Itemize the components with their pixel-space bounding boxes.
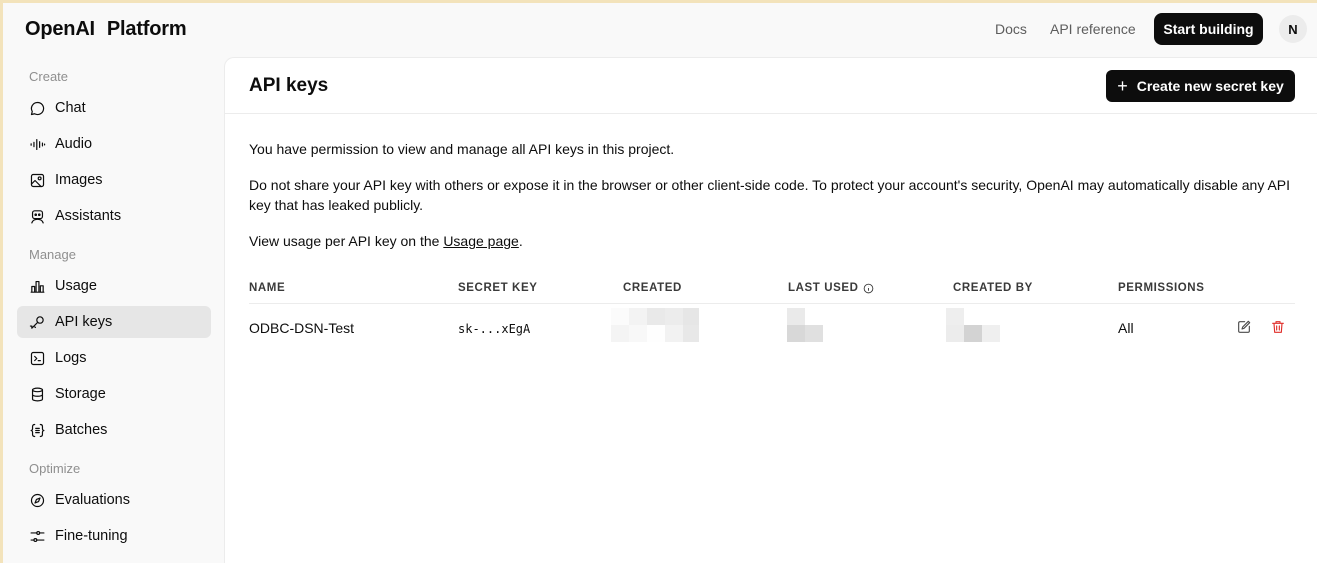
key-icon bbox=[28, 313, 46, 331]
sidebar-item-label: Usage bbox=[55, 278, 97, 294]
sidebar-item-label: Audio bbox=[55, 136, 93, 152]
sidebar-item-batches[interactable]: Batches bbox=[17, 414, 211, 446]
robot-icon bbox=[28, 207, 46, 225]
sidebar-section-create: Create bbox=[29, 69, 69, 84]
sidebar-item-label: Logs bbox=[55, 350, 87, 366]
sidebar-item-label: Storage bbox=[55, 386, 106, 402]
sidebar-item-label: Batches bbox=[55, 422, 108, 438]
chat-bubble-icon bbox=[28, 99, 46, 117]
sidebar-item-images[interactable]: Images bbox=[17, 164, 211, 196]
avatar[interactable]: N bbox=[1279, 15, 1307, 43]
create-secret-key-label: Create new secret key bbox=[1136, 78, 1284, 94]
start-building-button[interactable]: Start building bbox=[1154, 13, 1263, 45]
column-header-secret-key[interactable]: SECRET KEY bbox=[458, 282, 538, 294]
sliders-icon bbox=[28, 527, 46, 545]
permissions-value: All bbox=[1118, 320, 1134, 336]
security-notice: Do not share your API key with others or… bbox=[249, 177, 1291, 213]
sidebar-item-storage[interactable]: Storage bbox=[17, 378, 211, 410]
usage-notice-prefix: View usage per API key on the bbox=[249, 233, 444, 249]
sidebar-item-label: API keys bbox=[55, 314, 113, 330]
edit-pencil-icon bbox=[1236, 320, 1252, 339]
sidebar-item-logs[interactable]: Logs bbox=[17, 342, 211, 374]
brand-name: OpenAI bbox=[25, 18, 95, 40]
usage-notice: View usage per API key on the Usage page… bbox=[249, 231, 1299, 251]
page-header: API keys + Create new secret key bbox=[225, 58, 1317, 114]
column-header-created-by[interactable]: CREATED BY bbox=[953, 282, 1033, 294]
sidebar-item-fine-tuning[interactable]: Fine-tuning bbox=[17, 520, 211, 552]
api-reference-link[interactable]: API reference bbox=[1050, 21, 1136, 37]
brand-product: Platform bbox=[106, 18, 187, 40]
compass-icon bbox=[28, 491, 46, 509]
usage-notice-suffix: . bbox=[518, 233, 523, 249]
sidebar-item-audio[interactable]: Audio bbox=[17, 128, 211, 160]
key-name: ODBC-DSN-Test bbox=[249, 320, 355, 336]
sidebar-item-label: Fine-tuning bbox=[55, 528, 128, 544]
trash-icon bbox=[1270, 321, 1286, 339]
column-header-last-used[interactable]: LAST USED bbox=[788, 282, 874, 294]
sidebar: Create Chat Audio Images Assistants Mana… bbox=[0, 57, 223, 563]
plus-icon: + bbox=[1117, 76, 1128, 96]
docs-link[interactable]: Docs bbox=[995, 21, 1027, 37]
edit-key-button[interactable] bbox=[1236, 319, 1254, 337]
audio-waveform-icon bbox=[28, 135, 46, 153]
sidebar-item-label: Assistants bbox=[55, 208, 122, 224]
sidebar-item-api-keys[interactable]: API keys bbox=[17, 306, 211, 338]
terminal-icon bbox=[28, 349, 46, 367]
info-icon[interactable] bbox=[863, 283, 874, 294]
sidebar-section-optimize: Optimize bbox=[29, 461, 81, 476]
redacted-last-used bbox=[787, 308, 823, 342]
top-header: OpenAI Platform Docs API reference Start … bbox=[0, 0, 1317, 57]
sidebar-item-label: Images bbox=[55, 172, 103, 188]
permission-notice: You have permission to view and manage a… bbox=[249, 141, 675, 157]
column-header-name[interactable]: NAME bbox=[249, 282, 285, 294]
create-secret-key-button[interactable]: + Create new secret key bbox=[1106, 70, 1295, 102]
sidebar-section-manage: Manage bbox=[29, 247, 76, 262]
sidebar-item-usage[interactable]: Usage bbox=[17, 270, 211, 302]
sidebar-item-label: Evaluations bbox=[55, 492, 130, 508]
usage-page-link[interactable]: Usage page bbox=[443, 233, 519, 249]
sidebar-item-chat[interactable]: Chat bbox=[17, 92, 211, 124]
brand-logo[interactable]: OpenAI Platform bbox=[25, 18, 187, 41]
redacted-created-date bbox=[611, 308, 699, 342]
redacted-created-by bbox=[946, 308, 1000, 342]
column-header-created[interactable]: CREATED bbox=[623, 282, 682, 294]
database-icon bbox=[28, 385, 46, 403]
braces-icon bbox=[28, 421, 46, 439]
column-header-permissions[interactable]: PERMISSIONS bbox=[1118, 282, 1204, 294]
bar-chart-icon bbox=[28, 277, 46, 295]
image-icon bbox=[28, 171, 46, 189]
page-title: API keys bbox=[249, 75, 329, 96]
secret-key-value: sk-...xEgA bbox=[458, 322, 531, 336]
delete-key-button[interactable] bbox=[1270, 319, 1288, 337]
main-panel: API keys + Create new secret key You hav… bbox=[224, 57, 1317, 563]
sidebar-item-evaluations[interactable]: Evaluations bbox=[17, 484, 211, 516]
table-header-divider bbox=[249, 303, 1295, 304]
sidebar-item-assistants[interactable]: Assistants bbox=[17, 200, 211, 232]
column-header-last-used-label: LAST USED bbox=[788, 282, 859, 294]
sidebar-item-label: Chat bbox=[55, 100, 86, 116]
